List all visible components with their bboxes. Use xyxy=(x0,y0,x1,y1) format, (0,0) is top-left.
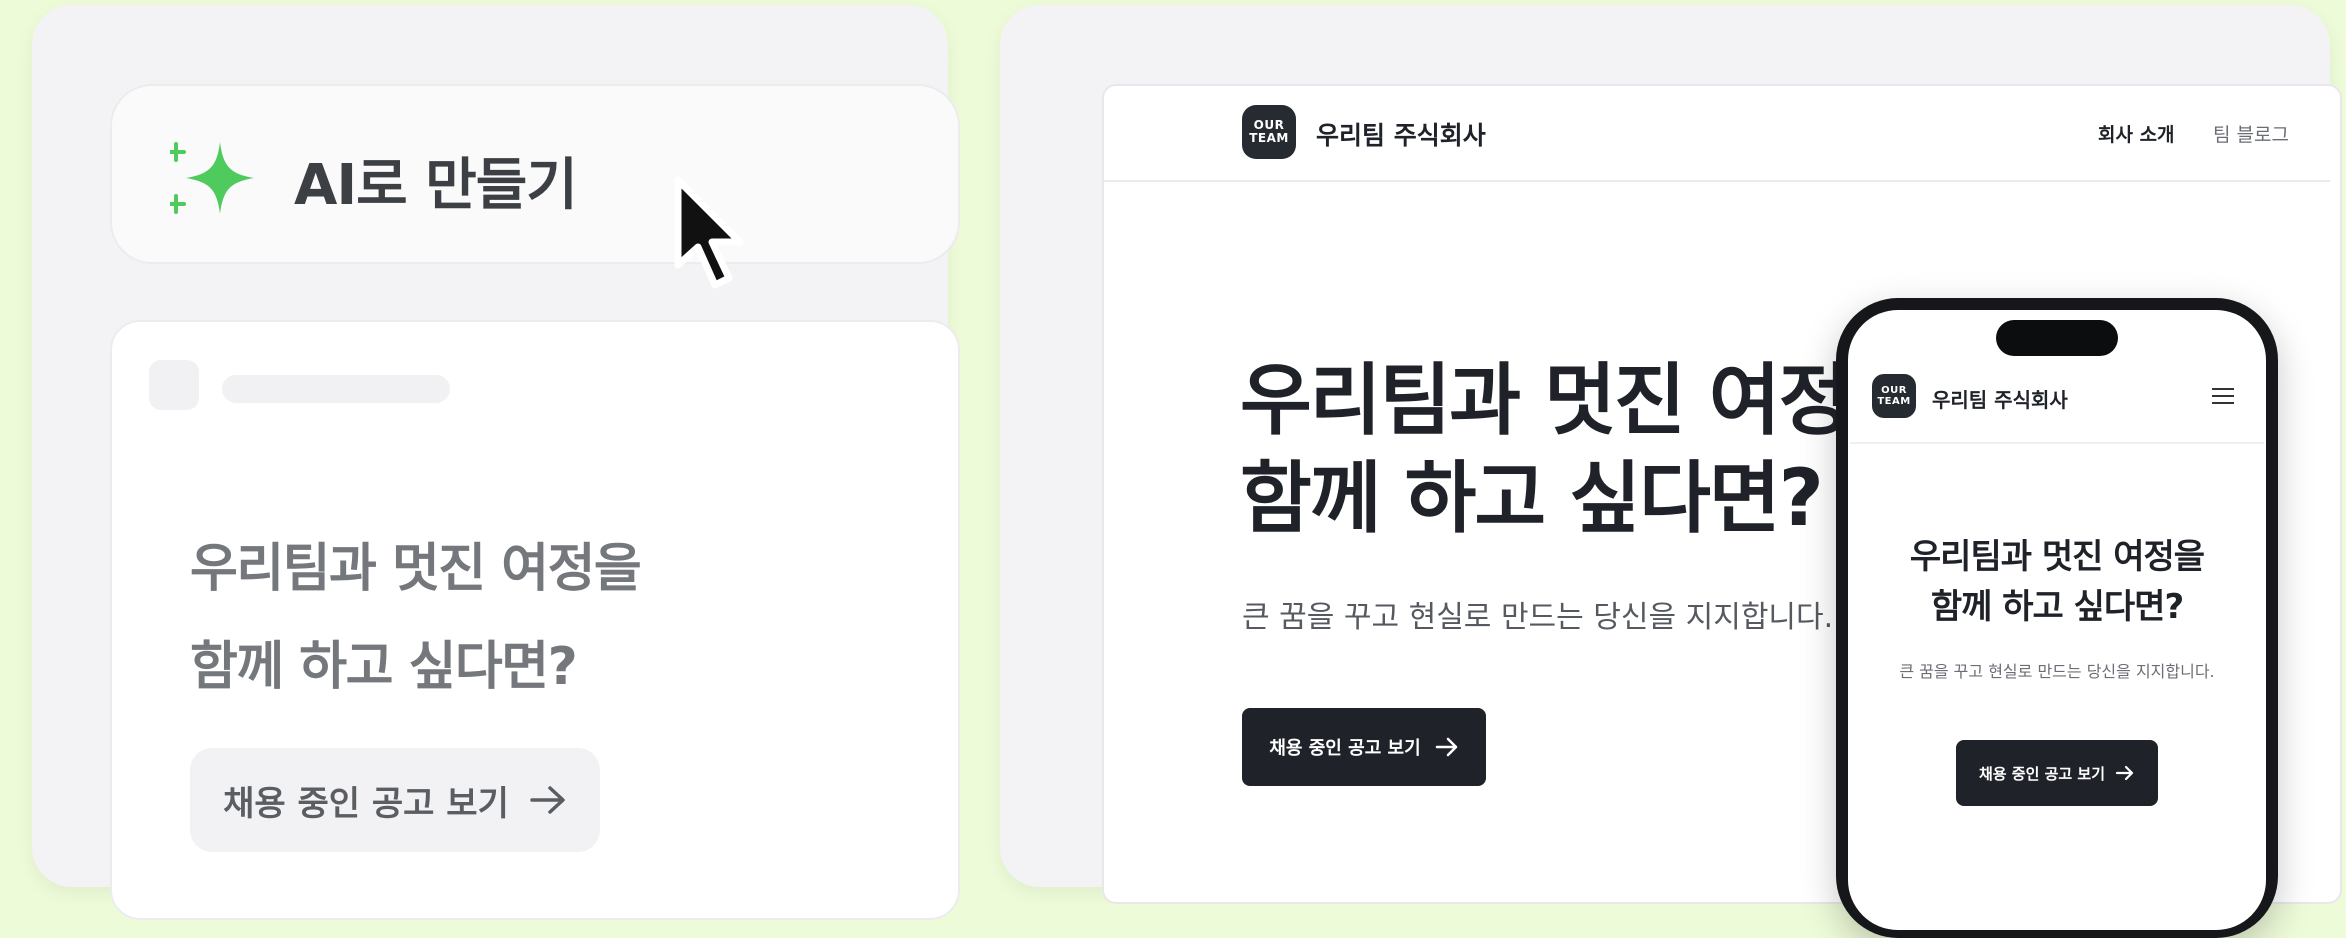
nav-link-blog[interactable]: 팀 블로그 xyxy=(2213,120,2289,147)
dynamic-island xyxy=(1996,320,2118,356)
arrow-right-icon xyxy=(1435,737,1457,757)
mobile-hero-heading: 우리팀과 멋진 여정을 함께 하고 싶다면? xyxy=(1909,537,2205,627)
mobile-hero-subtitle: 큰 꿈을 꾸고 현실로 만드는 당신을 지지합니다. xyxy=(1899,662,2215,681)
arrow-right-icon xyxy=(2115,765,2134,781)
ai-create-label: AI로 만들기 xyxy=(294,153,578,218)
mobile-jobs-cta-button[interactable]: 채용 중인 공고 보기 xyxy=(1956,740,2158,806)
hero-heading: 우리팀과 멋진 여정을 함께 하고 싶다면? xyxy=(1240,356,1920,544)
mobile-company-name: 우리팀 주식회사 xyxy=(1932,388,2068,412)
nav-link-about[interactable]: 회사 소개 xyxy=(2098,120,2175,147)
mobile-jobs-cta-label: 채용 중인 공고 보기 xyxy=(1978,764,2106,783)
preview-jobs-button[interactable]: 채용 중인 공고 보기 xyxy=(190,748,600,852)
jobs-cta-button[interactable]: 채용 중인 공고 보기 xyxy=(1242,708,1486,786)
company-name: 우리팀 주식회사 xyxy=(1316,121,1486,150)
sparkle-icon xyxy=(170,142,254,214)
skeleton-title xyxy=(222,375,450,403)
skeleton-logo xyxy=(149,360,199,410)
company-logo[interactable]: OUR TEAM xyxy=(1242,105,1296,159)
mouse-pointer-icon xyxy=(674,176,744,289)
preview-jobs-label: 채용 중인 공고 보기 xyxy=(223,783,509,824)
preview-heading: 우리팀과 멋진 여정을 함께 하고 싶다면? xyxy=(190,539,642,697)
jobs-cta-label: 채용 중인 공고 보기 xyxy=(1269,738,1421,759)
hero-subtitle: 큰 꿈을 꾸고 현실로 만드는 당신을 지지합니다. xyxy=(1242,600,1834,635)
hamburger-menu-icon[interactable] xyxy=(2212,388,2234,404)
arrow-right-icon xyxy=(530,786,565,814)
phone-header-divider xyxy=(1850,442,2264,444)
mobile-company-logo[interactable]: OUR TEAM xyxy=(1872,374,1916,418)
header-divider xyxy=(1104,180,2330,182)
